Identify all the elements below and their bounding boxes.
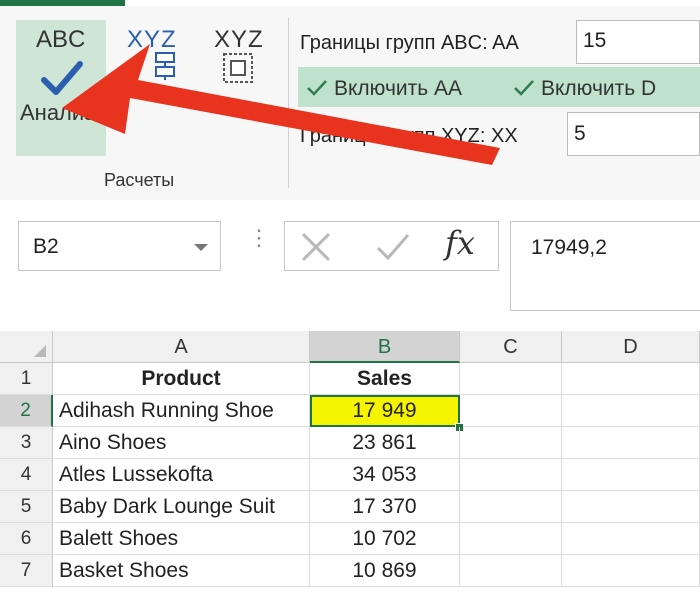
cell-a2[interactable]: Adihash Running Shoe [53, 395, 310, 427]
abc-bounds-label: Границы групп ABC: AA [300, 32, 519, 54]
abc-bounds-input[interactable]: 15 [576, 20, 700, 64]
name-box[interactable]: B2 [18, 221, 221, 271]
cell-a6[interactable]: Balett Shoes [53, 523, 310, 555]
cell-b5[interactable]: 17 370 [310, 491, 460, 523]
chevron-down-icon[interactable] [194, 244, 208, 251]
formula-input[interactable]: 17949,2 [510, 221, 700, 311]
cell-b6[interactable]: 10 702 [310, 523, 460, 555]
toggle-bar: Включить AA Включить D [298, 67, 700, 107]
cell-b2-selected[interactable]: 17 949 [310, 395, 460, 427]
column-header-d[interactable]: D [562, 331, 700, 363]
column-header-b[interactable]: B [310, 331, 460, 363]
xyz-bounds-input[interactable]: 5 [567, 112, 700, 156]
cell-a5[interactable]: Baby Dark Lounge Suit [53, 491, 310, 523]
name-box-value: B2 [33, 235, 59, 258]
cell-d6[interactable] [562, 523, 700, 555]
cell-d7[interactable] [562, 555, 700, 587]
cancel-icon[interactable] [299, 230, 333, 264]
toggle-aa-label: Включить AA [334, 77, 463, 100]
spreadsheet-grid: A B C D 1 Product Sales 2 Adihash Runnin… [0, 331, 700, 594]
enter-icon[interactable] [375, 230, 411, 264]
check-icon [514, 80, 534, 96]
grid-box-icon [223, 53, 253, 83]
row-header[interactable]: 5 [0, 491, 53, 523]
formula-value: 17949,2 [531, 236, 607, 259]
xyz-bounds-label: Границы групп XYZ: XX [300, 125, 518, 147]
toggle-d[interactable]: Включить D [513, 77, 656, 101]
cell-b7[interactable]: 10 869 [310, 555, 460, 587]
cell-b4[interactable]: 34 053 [310, 459, 460, 491]
xyz-button-caption: XYZ [127, 26, 177, 53]
row-header[interactable]: 1 [0, 363, 53, 395]
xyz-settings-caption: XYZ [214, 26, 264, 53]
cell-c5[interactable] [460, 491, 562, 523]
insert-function-icon[interactable]: fx [445, 224, 475, 262]
abc-analysis-button[interactable]: ABC Анализ [16, 20, 106, 156]
flowchart-icon [155, 52, 175, 80]
cell-b3[interactable]: 23 861 [310, 427, 460, 459]
row-header[interactable]: 4 [0, 459, 53, 491]
checkmark-icon [41, 61, 83, 95]
abc-button-label: Анализ [20, 100, 95, 125]
row-header[interactable]: 7 [0, 555, 53, 587]
toggle-aa[interactable]: Включить AA [306, 77, 462, 101]
cell-b1[interactable]: Sales [310, 363, 460, 395]
more-options-icon[interactable]: ⋮ [248, 227, 270, 249]
column-header-c[interactable]: C [460, 331, 562, 363]
cell-d1[interactable] [562, 363, 700, 395]
row-header[interactable]: 2 [0, 395, 53, 427]
ribbon-separator [288, 18, 289, 188]
row-header[interactable]: 3 [0, 427, 53, 459]
abc-button-caption: ABC [36, 26, 86, 53]
toggle-d-label: Включить D [541, 77, 657, 100]
formula-bar: B2 ⋮ fx 17949,2 [0, 200, 700, 340]
column-header-a[interactable]: A [53, 331, 310, 363]
ribbon: ABC Анализ XYZ XYZ Расчеты Границы групп… [0, 0, 700, 201]
cell-a3[interactable]: Aino Shoes [53, 427, 310, 459]
cell-c7[interactable] [460, 555, 562, 587]
row-header[interactable]: 6 [0, 523, 53, 555]
cell-c4[interactable] [460, 459, 562, 491]
cell-d2[interactable] [562, 395, 700, 427]
cell-d3[interactable] [562, 427, 700, 459]
cell-d4[interactable] [562, 459, 700, 491]
check-icon [307, 80, 327, 96]
active-tab-indicator[interactable] [0, 0, 125, 6]
cell-a7[interactable]: Basket Shoes [53, 555, 310, 587]
select-all-corner[interactable] [0, 331, 53, 363]
cell-c2[interactable] [460, 395, 562, 427]
cell-c3[interactable] [460, 427, 562, 459]
formula-buttons: fx [284, 221, 499, 271]
cell-d5[interactable] [562, 491, 700, 523]
cell-c1[interactable] [460, 363, 562, 395]
ribbon-group-label: Расчеты [104, 170, 175, 190]
ribbon-tab-strip [0, 0, 700, 6]
cell-a4[interactable]: Atles Lussekofta [53, 459, 310, 491]
cell-a1[interactable]: Product [53, 363, 310, 395]
cell-c6[interactable] [460, 523, 562, 555]
